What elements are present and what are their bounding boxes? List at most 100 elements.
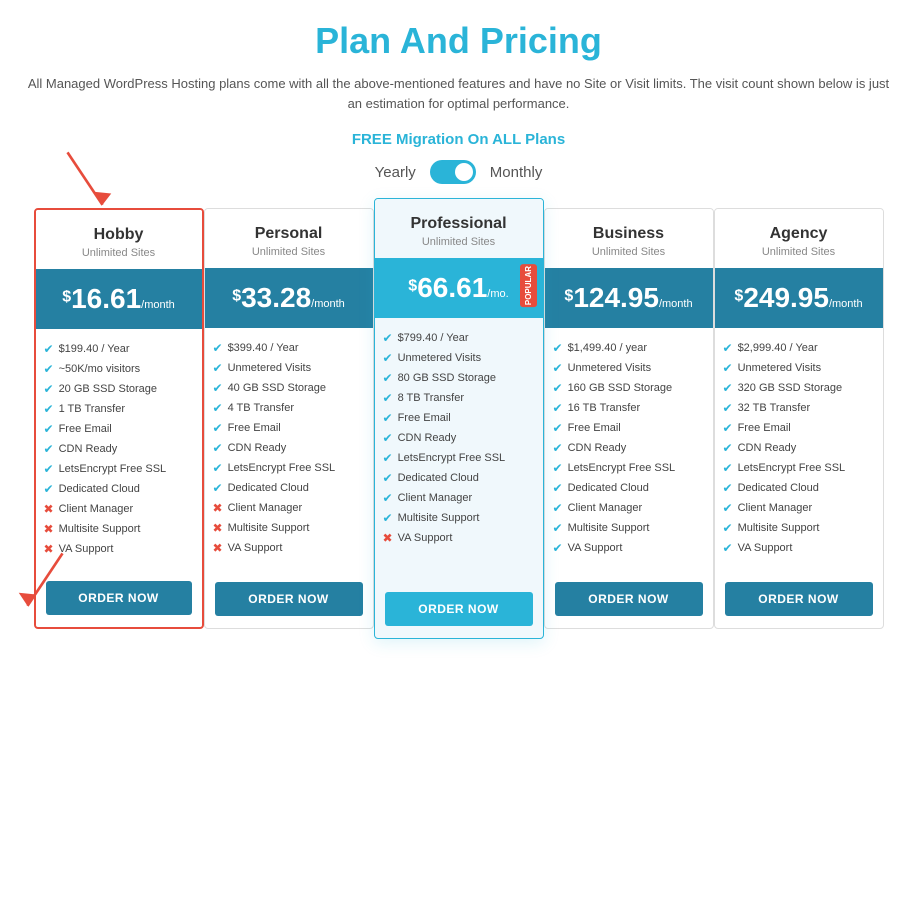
plan-card-business: Business Unlimited Sites $124.95/month ✔…	[544, 208, 714, 629]
feature-item: ✔LetsEncrypt Free SSL	[553, 458, 705, 478]
feature-item: ✔LetsEncrypt Free SSL	[44, 459, 194, 479]
check-icon: ✔	[553, 401, 563, 415]
plan-price-agency: $249.95/month	[725, 282, 873, 314]
check-icon: ✔	[723, 341, 733, 355]
feature-text: Dedicated Cloud	[398, 472, 479, 484]
plan-price-hobby: $16.61/month	[46, 283, 192, 315]
plan-header-business: Business Unlimited Sites	[545, 209, 713, 268]
feature-item: ✔Multisite Support	[723, 518, 875, 538]
feature-text: CDN Ready	[59, 443, 118, 455]
page-subtitle: All Managed WordPress Hosting plans come…	[20, 74, 897, 113]
order-now-button-personal[interactable]: ORDER NOW	[215, 582, 363, 616]
check-icon: ✔	[383, 511, 393, 525]
feature-item: ✔Unmetered Visits	[383, 348, 535, 368]
plan-card-agency: Agency Unlimited Sites $249.95/month ✔$2…	[714, 208, 884, 629]
plan-sites-hobby: Unlimited Sites	[46, 247, 192, 259]
feature-text: Free Email	[568, 422, 621, 434]
cross-icon: ✖	[44, 502, 54, 516]
feature-text: Free Email	[398, 412, 451, 424]
check-icon: ✔	[723, 481, 733, 495]
feature-text: LetsEncrypt Free SSL	[738, 462, 846, 474]
feature-item: ✔20 GB SSD Storage	[44, 379, 194, 399]
feature-item: ✔ 1 TB Transfer	[44, 399, 194, 419]
order-now-button-hobby[interactable]: ORDER NOW	[46, 581, 192, 615]
feature-text: LetsEncrypt Free SSL	[398, 452, 506, 464]
feature-item: ✔40 GB SSD Storage	[213, 378, 365, 398]
feature-item: ✔ Client Manager	[723, 498, 875, 518]
order-now-button-professional[interactable]: ORDER NOW	[385, 592, 533, 626]
feature-item: ✔Free Email	[383, 408, 535, 428]
feature-text: Dedicated Cloud	[738, 482, 819, 494]
feature-text: VA Support	[59, 543, 114, 555]
billing-toggle[interactable]	[430, 160, 476, 184]
check-icon: ✔	[723, 501, 733, 515]
check-icon: ✔	[553, 481, 563, 495]
feature-item: ✖Client Manager	[213, 498, 365, 518]
feature-item: ✔$399.40 / Year	[213, 338, 365, 358]
check-icon: ✔	[553, 381, 563, 395]
check-icon: ✔	[383, 451, 393, 465]
feature-item: ✔160 GB SSD Storage	[553, 378, 705, 398]
feature-text: 40 GB SSD Storage	[228, 382, 326, 394]
check-icon: ✔	[44, 402, 54, 416]
feature-item: ✔ Dedicated Cloud	[723, 478, 875, 498]
check-icon: ✔	[383, 491, 393, 505]
feature-text: Multisite Support	[738, 522, 820, 534]
check-icon: ✔	[383, 351, 393, 365]
check-icon: ✔	[383, 371, 393, 385]
check-icon: ✔	[723, 421, 733, 435]
plan-price-professional: $66.61/mo.	[385, 272, 533, 304]
plan-price-box-business: $124.95/month	[545, 268, 713, 328]
cross-icon: ✖	[383, 531, 393, 545]
feature-item: ✔ Dedicated Cloud	[44, 479, 194, 499]
feature-text: Client Manager	[398, 492, 473, 504]
plan-features-business: ✔$1,499.40 / year✔Unmetered Visits✔160 G…	[545, 328, 713, 570]
check-icon: ✔	[44, 342, 54, 356]
feature-text: Client Manager	[738, 502, 813, 514]
feature-item: ✔Multisite Support	[383, 508, 535, 528]
check-icon: ✔	[553, 421, 563, 435]
check-icon: ✔	[213, 441, 223, 455]
check-icon: ✔	[44, 442, 54, 456]
feature-text: LetsEncrypt Free SSL	[568, 462, 676, 474]
plan-name-hobby: Hobby	[46, 226, 192, 244]
plan-name-personal: Personal	[215, 225, 363, 243]
feature-text: $1,499.40 / year	[568, 342, 648, 354]
plan-sites-agency: Unlimited Sites	[725, 246, 873, 258]
feature-text: Unmetered Visits	[738, 362, 822, 374]
plans-wrapper: Hobby Unlimited Sites $16.61/month ✔$199…	[20, 208, 897, 629]
check-icon: ✔	[553, 541, 563, 555]
billing-toggle-row: Yearly Monthly	[20, 160, 897, 184]
plan-name-professional: Professional	[385, 215, 533, 233]
feature-item: ✔LetsEncrypt Free SSL	[723, 458, 875, 478]
feature-text: Free Email	[228, 422, 281, 434]
plan-price-box-personal: $33.28/month	[205, 268, 373, 328]
feature-item: ✔ Free Email	[723, 418, 875, 438]
plan-card-hobby: Hobby Unlimited Sites $16.61/month ✔$199…	[34, 208, 204, 629]
plan-price-box-professional: POPULAR $66.61/mo.	[375, 258, 543, 318]
check-icon: ✔	[383, 431, 393, 445]
feature-text: 1 TB Transfer	[59, 403, 125, 415]
feature-text: LetsEncrypt Free SSL	[59, 463, 167, 475]
feature-text: VA Support	[738, 542, 793, 554]
feature-text: 4 TB Transfer	[228, 402, 294, 414]
check-icon: ✔	[383, 331, 393, 345]
feature-item: ✖Client Manager	[44, 499, 194, 519]
feature-text: 8 TB Transfer	[398, 392, 464, 404]
feature-item: ✔ CDN Ready	[44, 439, 194, 459]
plan-header-agency: Agency Unlimited Sites	[715, 209, 883, 268]
check-icon: ✔	[723, 361, 733, 375]
feature-item: ✔$799.40 / Year	[383, 328, 535, 348]
feature-item: ✔Multisite Support	[553, 518, 705, 538]
order-now-button-business[interactable]: ORDER NOW	[555, 582, 703, 616]
feature-text: Dedicated Cloud	[59, 483, 140, 495]
feature-text: Unmetered Visits	[228, 362, 312, 374]
cross-icon: ✖	[213, 541, 223, 555]
check-icon: ✔	[44, 482, 54, 496]
order-now-button-agency[interactable]: ORDER NOW	[725, 582, 873, 616]
feature-item: ✖Multisite Support	[44, 519, 194, 539]
feature-text: Free Email	[738, 422, 791, 434]
plan-price-box-agency: $249.95/month	[715, 268, 883, 328]
check-icon: ✔	[383, 391, 393, 405]
check-icon: ✔	[44, 362, 54, 376]
